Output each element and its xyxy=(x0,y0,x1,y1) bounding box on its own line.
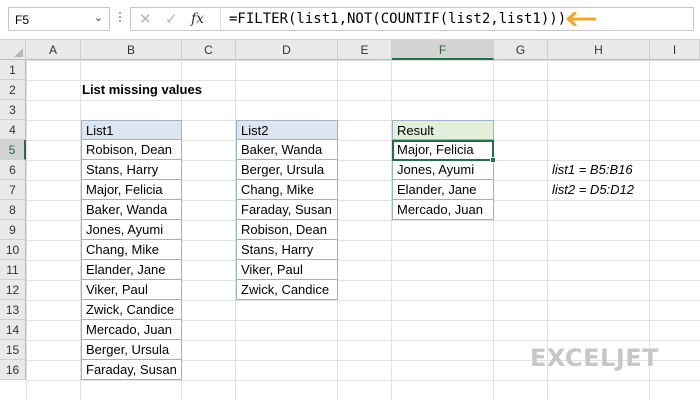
list2-cell[interactable]: Faraday, Susan xyxy=(236,200,338,220)
list1-cell[interactable]: Robison, Dean xyxy=(81,140,182,160)
row-header-12[interactable]: 12 xyxy=(0,280,26,300)
list2-header[interactable]: List2 xyxy=(236,120,338,140)
list2-cell[interactable]: Berger, Ursula xyxy=(236,160,338,180)
row-header-6[interactable]: 6 xyxy=(0,160,26,180)
row-header-1[interactable]: 1 xyxy=(0,60,26,80)
list1-cell[interactable]: Chang, Mike xyxy=(81,240,182,260)
list1-cell[interactable]: Zwick, Candice xyxy=(81,300,182,320)
list2-cell[interactable]: Zwick, Candice xyxy=(236,280,338,300)
column-header-b[interactable]: B xyxy=(81,40,182,60)
list1-cell[interactable]: Jones, Ayumi xyxy=(81,220,182,240)
column-header-i[interactable]: I xyxy=(650,40,700,60)
column-header-f[interactable]: F xyxy=(392,40,494,60)
formula-buttons: ✕ ✓ fx xyxy=(130,7,220,31)
formula-bar: F5 ⌄ ✕ ✓ fx =FILTER(list1,NOT(COUNTIF(li… xyxy=(0,0,700,40)
result-cell[interactable]: Mercado, Juan xyxy=(392,200,494,220)
row-header-14[interactable]: 14 xyxy=(0,320,26,340)
result-header[interactable]: Result xyxy=(392,120,494,140)
list2-cell[interactable]: Chang, Mike xyxy=(236,180,338,200)
column-header-d[interactable]: D xyxy=(236,40,338,60)
row-header-3[interactable]: 3 xyxy=(0,100,26,120)
row-header-10[interactable]: 10 xyxy=(0,240,26,260)
list1-cell[interactable]: Viker, Paul xyxy=(81,280,182,300)
list2-cell[interactable]: Baker, Wanda xyxy=(236,140,338,160)
list1-cell[interactable]: Berger, Ursula xyxy=(81,340,182,360)
list1-cell[interactable]: Baker, Wanda xyxy=(81,200,182,220)
insert-function-icon[interactable]: fx xyxy=(191,11,204,27)
logo-text: EXCELJET xyxy=(530,344,660,372)
row-header-8[interactable]: 8 xyxy=(0,200,26,220)
column-header-c[interactable]: C xyxy=(182,40,236,60)
row-header-4[interactable]: 4 xyxy=(0,120,26,140)
chevron-down-icon[interactable]: ⌄ xyxy=(94,11,103,24)
formula-text: =FILTER(list1,NOT(COUNTIF(list2,list1))) xyxy=(229,11,567,27)
row-header-11[interactable]: 11 xyxy=(0,260,26,280)
row-header-9[interactable]: 9 xyxy=(0,220,26,240)
list1-header[interactable]: List1 xyxy=(81,120,182,140)
list1-cell[interactable]: Elander, Jane xyxy=(81,260,182,280)
row-header-13[interactable]: 13 xyxy=(0,300,26,320)
row-header-15[interactable]: 15 xyxy=(0,340,26,360)
row-header-2[interactable]: 2 xyxy=(0,80,26,100)
row-header-5[interactable]: 5 xyxy=(0,140,26,160)
enter-icon[interactable]: ✓ xyxy=(165,10,178,28)
list2-cell[interactable]: Viker, Paul xyxy=(236,260,338,280)
name-box[interactable]: F5 ⌄ xyxy=(8,7,110,31)
fill-handle[interactable] xyxy=(490,157,496,163)
formula-input[interactable]: =FILTER(list1,NOT(COUNTIF(list2,list1))) xyxy=(220,7,694,31)
row-header-16[interactable]: 16 xyxy=(0,360,26,380)
note-list2: list2 = D5:D12 xyxy=(552,182,635,197)
active-cell-selection[interactable] xyxy=(392,140,494,161)
grid-line xyxy=(493,60,494,400)
list1-cell[interactable]: Stans, Harry xyxy=(81,160,182,180)
grid-line xyxy=(391,60,392,400)
cancel-icon[interactable]: ✕ xyxy=(139,10,152,28)
column-header-e[interactable]: E xyxy=(338,40,392,60)
column-header-g[interactable]: G xyxy=(494,40,548,60)
select-all-corner[interactable] xyxy=(0,40,26,60)
list2-cell[interactable]: Robison, Dean xyxy=(236,220,338,240)
column-header-a[interactable]: A xyxy=(26,40,81,60)
row-header-7[interactable]: 7 xyxy=(0,180,26,200)
result-cell[interactable]: Elander, Jane xyxy=(392,180,494,200)
arrow-left-icon xyxy=(566,12,596,26)
list2-cell[interactable]: Stans, Harry xyxy=(236,240,338,260)
sheet-title: List missing values xyxy=(82,82,202,97)
note-list1: list1 = B5:B16 xyxy=(552,162,633,177)
column-header-h[interactable]: H xyxy=(548,40,650,60)
list1-cell[interactable]: Mercado, Juan xyxy=(81,320,182,340)
name-box-value: F5 xyxy=(15,13,30,27)
drag-handle-icon[interactable] xyxy=(117,10,123,30)
result-cell[interactable]: Jones, Ayumi xyxy=(392,160,494,180)
list1-cell[interactable]: Faraday, Susan xyxy=(81,360,182,380)
exceljet-logo: EXCELJET xyxy=(530,344,690,374)
list1-cell[interactable]: Major, Felicia xyxy=(81,180,182,200)
